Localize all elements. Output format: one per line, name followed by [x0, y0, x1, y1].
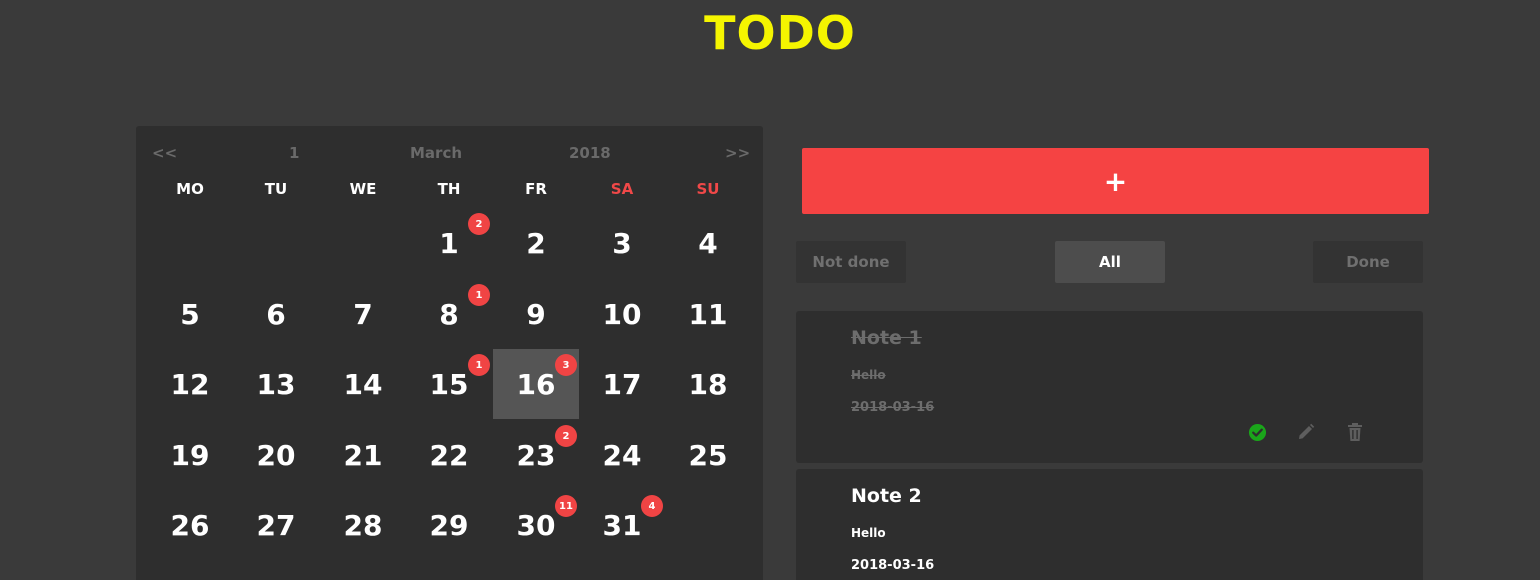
weekday-label: SA — [610, 180, 634, 198]
day-number: 31 — [602, 508, 642, 542]
note-title: Note 2 — [851, 485, 922, 507]
day-number: 11 — [688, 297, 728, 331]
app-title: TODO — [704, 6, 856, 60]
calendar-day[interactable]: 5 — [147, 279, 233, 349]
calendar-day[interactable]: 11 — [665, 279, 751, 349]
day-number: 20 — [256, 438, 296, 472]
calendar-day[interactable]: 18 — [665, 349, 751, 419]
calendar-day[interactable]: 23 2 — [493, 420, 579, 490]
day-number: 7 — [353, 297, 373, 331]
day-number: 3 — [612, 226, 632, 260]
calendar-day[interactable]: 28 — [320, 490, 406, 560]
day-number: 4 — [698, 226, 718, 260]
calendar-day[interactable]: 13 — [233, 349, 319, 419]
weekday-label: TH — [437, 180, 461, 198]
day-number: 2 — [526, 226, 546, 260]
calendar-day[interactable]: 16 3 — [493, 349, 579, 419]
calendar-day[interactable]: 14 — [320, 349, 406, 419]
todo-count-badge: 3 — [555, 354, 577, 376]
calendar-day[interactable]: 21 — [320, 420, 406, 490]
day-number: 1 — [439, 226, 459, 260]
todo-count-badge: 2 — [555, 425, 577, 447]
calendar-day[interactable]: 29 — [406, 490, 492, 560]
calendar-day[interactable]: 26 — [147, 490, 233, 560]
calendar-day[interactable]: 25 — [665, 420, 751, 490]
todo-count-badge: 1 — [468, 284, 490, 306]
calendar-day[interactable]: 2 — [493, 208, 579, 278]
todo-count-badge: 11 — [555, 495, 577, 517]
day-number: 17 — [602, 367, 642, 401]
prev-month-button[interactable]: << — [152, 144, 177, 162]
delete-trash-icon[interactable] — [1344, 421, 1366, 443]
day-number: 28 — [343, 508, 383, 542]
calendar-day[interactable]: 81 — [406, 279, 492, 349]
filter-done-button[interactable]: Done — [1313, 241, 1423, 283]
calendar-day[interactable]: 27 — [233, 490, 319, 560]
day-number: 15 — [429, 367, 469, 401]
calendar-day[interactable]: 20 — [233, 420, 319, 490]
nav-year[interactable]: 2018 — [569, 144, 611, 162]
todo-count-badge: 1 — [468, 354, 490, 376]
day-number: 8 — [439, 297, 459, 331]
day-number: 16 — [516, 367, 556, 401]
calendar-day[interactable]: 19 — [147, 420, 233, 490]
note-date: 2018-03-16 — [851, 400, 935, 415]
day-number: 24 — [602, 438, 642, 472]
calendar-day[interactable]: 6 — [233, 279, 319, 349]
calendar-day[interactable]: 10 — [579, 279, 665, 349]
add-note-button[interactable]: + — [802, 148, 1429, 214]
day-number: 25 — [688, 438, 728, 472]
next-month-button[interactable]: >> — [725, 144, 750, 162]
calendar-day[interactable]: 3 — [579, 208, 665, 278]
day-number: 9 — [526, 297, 546, 331]
note-body: Hello — [851, 526, 886, 540]
weekday-label: TU — [264, 180, 288, 198]
day-number: 6 — [266, 297, 286, 331]
day-number: 23 — [516, 438, 556, 472]
todo-count-badge: 2 — [468, 213, 490, 235]
todo-count-badge: 4 — [641, 495, 663, 517]
calendar-nav: << 1 March 2018 >> — [136, 144, 763, 164]
calendar-day[interactable]: 15 1 — [406, 349, 492, 419]
calendar-day[interactable]: 9 — [493, 279, 579, 349]
day-number: 10 — [602, 297, 642, 331]
weekday-label: SU — [696, 180, 720, 198]
nav-month[interactable]: March — [410, 144, 462, 162]
calendar-day[interactable]: 31 4 — [579, 490, 665, 560]
calendar-day[interactable]: 4 — [665, 208, 751, 278]
day-number: 30 — [516, 508, 556, 542]
edit-pencil-icon[interactable] — [1295, 421, 1317, 443]
day-number: 22 — [429, 438, 469, 472]
calendar-day[interactable]: 12 — [406, 208, 492, 278]
filter-not-done-button[interactable]: Not done — [796, 241, 906, 283]
note-card: Note 1 Hello 2018-03-16 — [796, 311, 1423, 463]
calendar-day[interactable]: 12 — [147, 349, 233, 419]
note-title: Note 1 — [851, 327, 922, 349]
calendar-day[interactable]: 17 — [579, 349, 665, 419]
filter-all-button[interactable]: All — [1055, 241, 1165, 283]
day-number: 21 — [343, 438, 383, 472]
calendar-day[interactable]: 7 — [320, 279, 406, 349]
day-number: 27 — [256, 508, 296, 542]
weekday-label: WE — [349, 180, 377, 198]
weekday-label: MO — [176, 180, 204, 198]
day-number: 5 — [180, 297, 200, 331]
calendar-day[interactable]: 30 11 — [493, 490, 579, 560]
day-number: 14 — [343, 367, 383, 401]
weekday-label: FR — [525, 180, 547, 198]
day-number: 13 — [256, 367, 296, 401]
day-number: 29 — [429, 508, 469, 542]
calendar-day[interactable]: 22 — [406, 420, 492, 490]
note-body: Hello — [851, 368, 886, 382]
day-number: 18 — [688, 367, 728, 401]
note-date: 2018-03-16 — [851, 558, 935, 573]
nav-day[interactable]: 1 — [289, 144, 299, 162]
note-card: Note 2 Hello 2018-03-16 — [796, 469, 1423, 580]
day-number: 19 — [170, 438, 210, 472]
day-number: 26 — [170, 508, 210, 542]
calendar-day[interactable]: 24 — [579, 420, 665, 490]
done-check-icon[interactable] — [1246, 421, 1268, 443]
day-number: 12 — [170, 367, 210, 401]
